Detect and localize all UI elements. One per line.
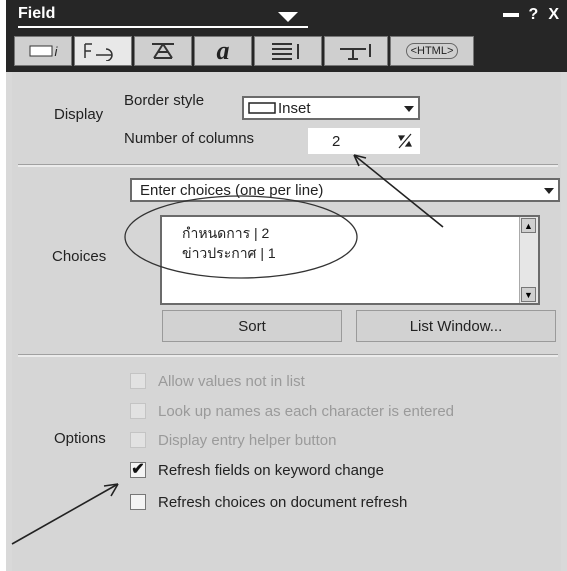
tab-paragraph[interactable] (254, 36, 322, 66)
choices-method-select[interactable]: Enter choices (one per line) (130, 178, 560, 202)
scroll-up-icon[interactable]: ▲ (521, 218, 536, 233)
close-button[interactable]: X (548, 6, 559, 24)
chevron-down-icon[interactable] (544, 188, 554, 194)
checkbox[interactable] (130, 432, 146, 448)
field-control-icon (84, 43, 113, 61)
choices-textarea[interactable]: กำหนดการ | 2 ข่าวประกาศ | 1 ▲ ▼ (160, 215, 540, 305)
display-section-label: Display (54, 106, 104, 123)
choices-section-label: Choices (52, 248, 107, 265)
alignment-icon (152, 43, 174, 59)
choice-line: กำหนดการ | 2 (182, 225, 270, 241)
paragraph-icon (272, 43, 299, 60)
option-label: Display entry helper button (158, 431, 337, 449)
minimize-icon[interactable] (502, 13, 519, 17)
title-underline (18, 26, 308, 28)
tab-field-info[interactable]: i (14, 36, 72, 66)
checkbox-checked[interactable]: ✔ (130, 462, 146, 478)
dialog-title: Field (18, 5, 56, 22)
chevron-down-icon[interactable] (404, 106, 414, 112)
font-icon: a (216, 36, 230, 65)
option-lookup-names[interactable]: Look up names as each character is enter… (130, 400, 454, 422)
option-label: Look up names as each character is enter… (158, 402, 455, 420)
columns-input[interactable]: 2 (308, 128, 420, 154)
choices-scrollbar[interactable]: ▲ ▼ (519, 217, 538, 303)
spinner-icon[interactable] (396, 132, 414, 150)
choice-line: ข่าวประกาศ | 1 (182, 245, 276, 261)
option-entry-helper[interactable]: Display entry helper button (130, 429, 336, 451)
columns-value: 2 (332, 132, 341, 150)
tab-font[interactable]: a (194, 36, 252, 66)
tab-bar: i a <HTML> (6, 30, 567, 72)
options-section-label: Options (54, 430, 106, 447)
checkbox[interactable] (130, 373, 146, 389)
tab-control[interactable] (74, 36, 132, 66)
section-divider (18, 354, 558, 357)
choices-method-value: Enter choices (one per line) (140, 181, 324, 199)
columns-label: Number of columns (124, 130, 255, 147)
help-button[interactable]: ? (529, 6, 539, 24)
tab-alignment[interactable] (134, 36, 192, 66)
properties-panel: Display Border style Inset Number of col… (12, 72, 561, 571)
tab-hide-when[interactable] (324, 36, 388, 66)
option-refresh-choices[interactable]: Refresh choices on document refresh (130, 491, 407, 513)
option-label: Refresh fields on keyword change (158, 461, 384, 479)
option-allow-values[interactable]: Allow values not in list (130, 370, 305, 392)
title-dropdown-icon[interactable] (278, 12, 298, 22)
scroll-down-icon[interactable]: ▼ (521, 287, 536, 302)
checkbox[interactable] (130, 494, 146, 510)
border-style-label: Border style (124, 92, 205, 109)
border-style-select[interactable]: Inset (242, 96, 420, 120)
field-properties-dialog: Field ? X i a <HTML> Display Border styl… (6, 0, 567, 571)
checkbox[interactable] (130, 403, 146, 419)
sort-button[interactable]: Sort (162, 310, 342, 342)
section-divider (18, 164, 558, 167)
tab-label: i (54, 43, 58, 59)
title-bar[interactable]: Field ? X (6, 0, 567, 30)
option-label: Refresh choices on document refresh (158, 493, 408, 511)
inset-border-icon (248, 102, 276, 114)
html-icon: <HTML> (405, 43, 459, 59)
option-refresh-fields[interactable]: ✔ Refresh fields on keyword change (130, 459, 384, 481)
list-window-button[interactable]: List Window... (356, 310, 556, 342)
option-label: Allow values not in list (158, 372, 305, 390)
field-info-icon (29, 45, 53, 57)
tab-html[interactable]: <HTML> (390, 36, 474, 66)
hide-when-icon (340, 44, 371, 60)
border-style-value: Inset (278, 99, 311, 117)
